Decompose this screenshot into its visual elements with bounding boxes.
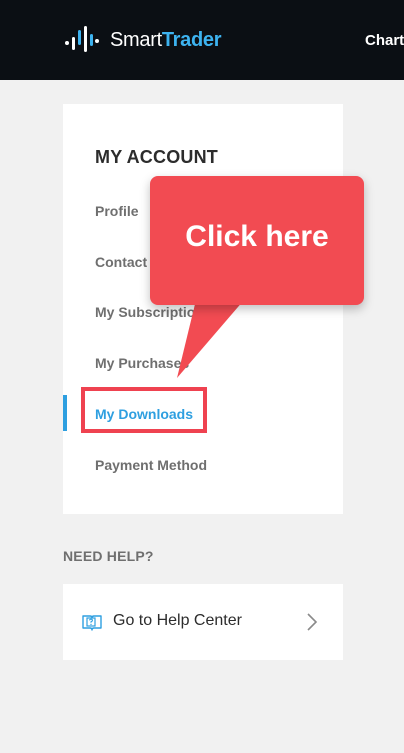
help-center-label: Go to Help Center [113, 612, 242, 629]
chevron-right-icon [307, 613, 318, 631]
active-menu-indicator [63, 395, 67, 431]
book-question-icon [82, 615, 102, 631]
menu-item-purchases[interactable]: My Purchases [95, 355, 189, 371]
account-menu-title: MY ACCOUNT [95, 147, 218, 167]
highlight-box [81, 387, 207, 433]
account-menu-card: MY ACCOUNT Profile Contact My Subscripti… [63, 104, 343, 514]
brand-name-part2: Trader [161, 28, 222, 51]
click-here-callout: Click here [150, 176, 364, 305]
brand-name-part1: Smart [110, 28, 162, 51]
menu-item-subscriptions[interactable]: My Subscriptio [95, 304, 195, 320]
menu-item-contact[interactable]: Contact [95, 254, 147, 270]
logo-bars-icon [65, 26, 99, 52]
top-navigation-bar: SmartTrader Chart [0, 0, 404, 80]
smarttrader-logo[interactable]: SmartTrader [64, 24, 221, 56]
callout-text: Click here [185, 220, 329, 253]
help-center-link[interactable]: Go to Help Center [63, 584, 343, 660]
menu-item-profile[interactable]: Profile [95, 203, 139, 219]
brand-name: SmartTrader [110, 29, 221, 52]
menu-item-payment-method[interactable]: Payment Method [95, 457, 207, 473]
need-help-heading: NEED HELP? [63, 548, 154, 564]
nav-item-chart[interactable]: Chart [365, 32, 404, 49]
